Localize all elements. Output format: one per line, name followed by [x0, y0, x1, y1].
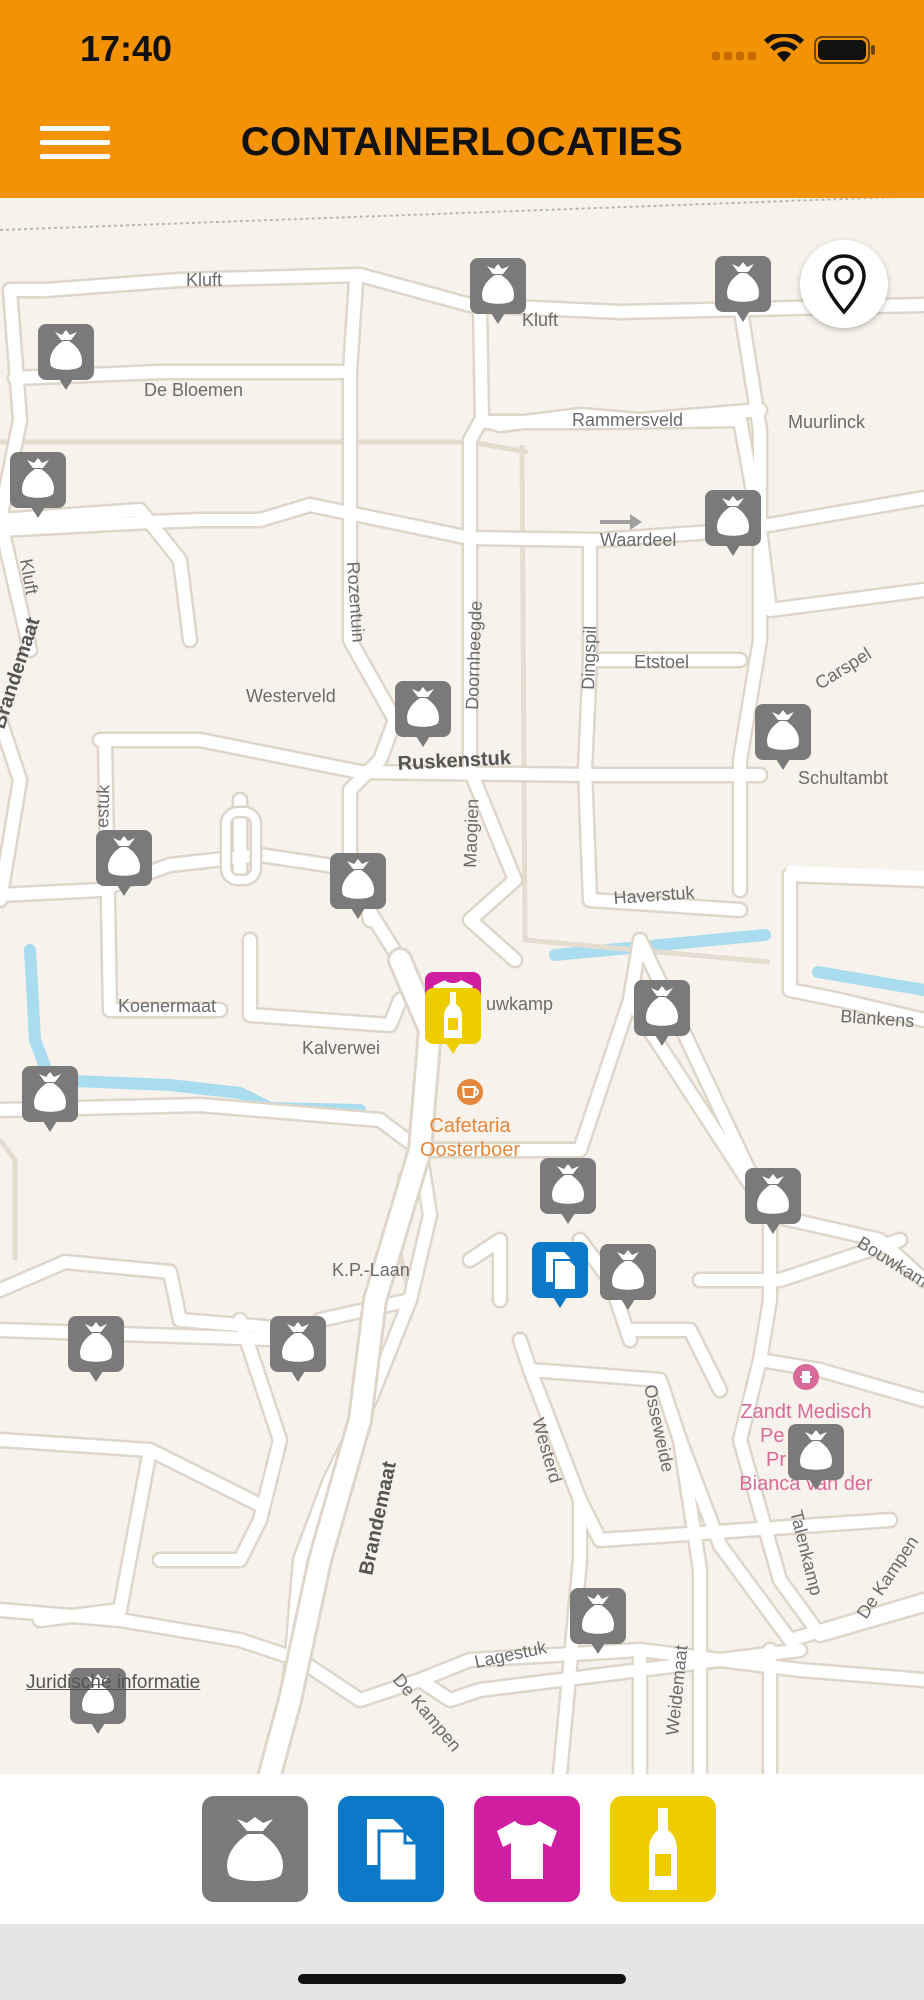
- paper-icon: [367, 1819, 419, 1883]
- filter-glass-button[interactable]: [610, 1796, 716, 1902]
- waste-bag-icon: [330, 853, 386, 919]
- waste-bag-icon: [10, 452, 66, 518]
- battery-icon: [814, 36, 875, 64]
- tshirt-icon: [497, 1821, 557, 1879]
- container-pin-rest-waste[interactable]: [634, 980, 690, 1046]
- poi-label: Cafetaria: [429, 1115, 511, 1137]
- container-pin-rest-waste[interactable]: [755, 704, 811, 770]
- street-label: Kalverwei: [302, 1038, 380, 1058]
- waste-bag-icon: [22, 1066, 78, 1132]
- waste-bag-icon: [540, 1158, 596, 1224]
- street-label: Doornheegde: [462, 600, 486, 710]
- container-pin-rest-waste[interactable]: [96, 830, 152, 896]
- street-label: K.P.-Laan: [332, 1260, 410, 1280]
- street-label: Kluft: [522, 310, 558, 330]
- map-area[interactable]: Kluft Kluft Kluft De Bloemen Rammersveld…: [0, 198, 924, 1774]
- app-header: 17:40 CONTAINERLOCATIES: [0, 0, 924, 198]
- street-label: Koenermaat: [118, 996, 216, 1016]
- waste-bag-icon: [470, 258, 526, 324]
- waste-bag-icon: [600, 1244, 656, 1310]
- location-pin-icon: [822, 254, 866, 315]
- container-pin-rest-waste[interactable]: [540, 1158, 596, 1224]
- filter-bar: [0, 1774, 924, 1924]
- filter-paper-button[interactable]: [338, 1796, 444, 1902]
- container-pin-rest-waste[interactable]: [68, 1316, 124, 1382]
- waste-bag-icon: [395, 681, 451, 747]
- container-pin-glass[interactable]: [425, 988, 481, 1054]
- container-pin-rest-waste[interactable]: [38, 324, 94, 390]
- street-label: Rammersveld: [572, 410, 683, 430]
- container-pin-rest-waste[interactable]: [10, 452, 66, 518]
- waste-bag-icon: [38, 324, 94, 390]
- locate-me-button[interactable]: [800, 240, 888, 328]
- filter-textile-button[interactable]: [474, 1796, 580, 1902]
- home-indicator-area: [0, 1924, 924, 2000]
- poi-label: Pe: [760, 1425, 784, 1447]
- container-pin-rest-waste[interactable]: [600, 1244, 656, 1310]
- poi-label: Zandt Medisch: [740, 1401, 871, 1423]
- street-label: Maogien: [460, 798, 482, 868]
- container-pin-paper[interactable]: [532, 1242, 588, 1308]
- container-pin-rest-waste[interactable]: [270, 1316, 326, 1382]
- wifi-icon: [764, 34, 804, 62]
- poi-label: Pr: [766, 1449, 786, 1471]
- paper-icon: [532, 1242, 588, 1308]
- legal-info-link[interactable]: Juridische informatie: [26, 1672, 200, 1694]
- container-pin-rest-waste[interactable]: [470, 258, 526, 324]
- waste-bag-icon: [68, 1316, 124, 1382]
- waste-bag-icon: [634, 980, 690, 1046]
- street-label: Waardeel: [600, 530, 676, 550]
- waste-bag-icon: [715, 256, 771, 322]
- status-time: 17:40: [80, 28, 173, 69]
- bottle-icon: [425, 988, 481, 1054]
- waste-bag-icon: [96, 830, 152, 896]
- street-label: Kluft: [186, 270, 222, 290]
- poi-label: Oosterboer: [420, 1139, 520, 1161]
- waste-bag-icon: [570, 1588, 626, 1654]
- waste-bag-icon: [227, 1817, 283, 1881]
- waste-bag-icon: [270, 1316, 326, 1382]
- container-pin-rest-waste[interactable]: [705, 490, 761, 556]
- waste-bag-icon: [755, 704, 811, 770]
- waste-bag-icon: [788, 1424, 844, 1490]
- bottle-icon: [649, 1808, 677, 1890]
- home-indicator[interactable]: [298, 1974, 626, 1984]
- street-label: Etstoel: [634, 652, 689, 672]
- container-pin-rest-waste[interactable]: [788, 1424, 844, 1490]
- signal-icon: [712, 52, 756, 60]
- page-title: CONTAINERLOCATIES: [240, 120, 684, 164]
- container-pin-rest-waste[interactable]: [715, 256, 771, 322]
- street-label: Schultambt: [798, 768, 888, 788]
- waste-bag-icon: [745, 1168, 801, 1234]
- filter-rest-waste-button[interactable]: [202, 1796, 308, 1902]
- street-label: De Bloemen: [144, 380, 243, 400]
- street-label: uwkamp: [486, 994, 553, 1014]
- container-pin-rest-waste[interactable]: [745, 1168, 801, 1234]
- container-pin-rest-waste[interactable]: [22, 1066, 78, 1132]
- container-pin-rest-waste[interactable]: [395, 681, 451, 747]
- container-pin-rest-waste[interactable]: [330, 853, 386, 919]
- street-label: Dingspil: [578, 625, 600, 690]
- street-label: estuk: [92, 783, 114, 828]
- waste-bag-icon: [705, 490, 761, 556]
- container-pin-rest-waste[interactable]: [570, 1588, 626, 1654]
- street-label: Westerveld: [246, 686, 336, 706]
- street-label: Muurlinck: [788, 412, 866, 432]
